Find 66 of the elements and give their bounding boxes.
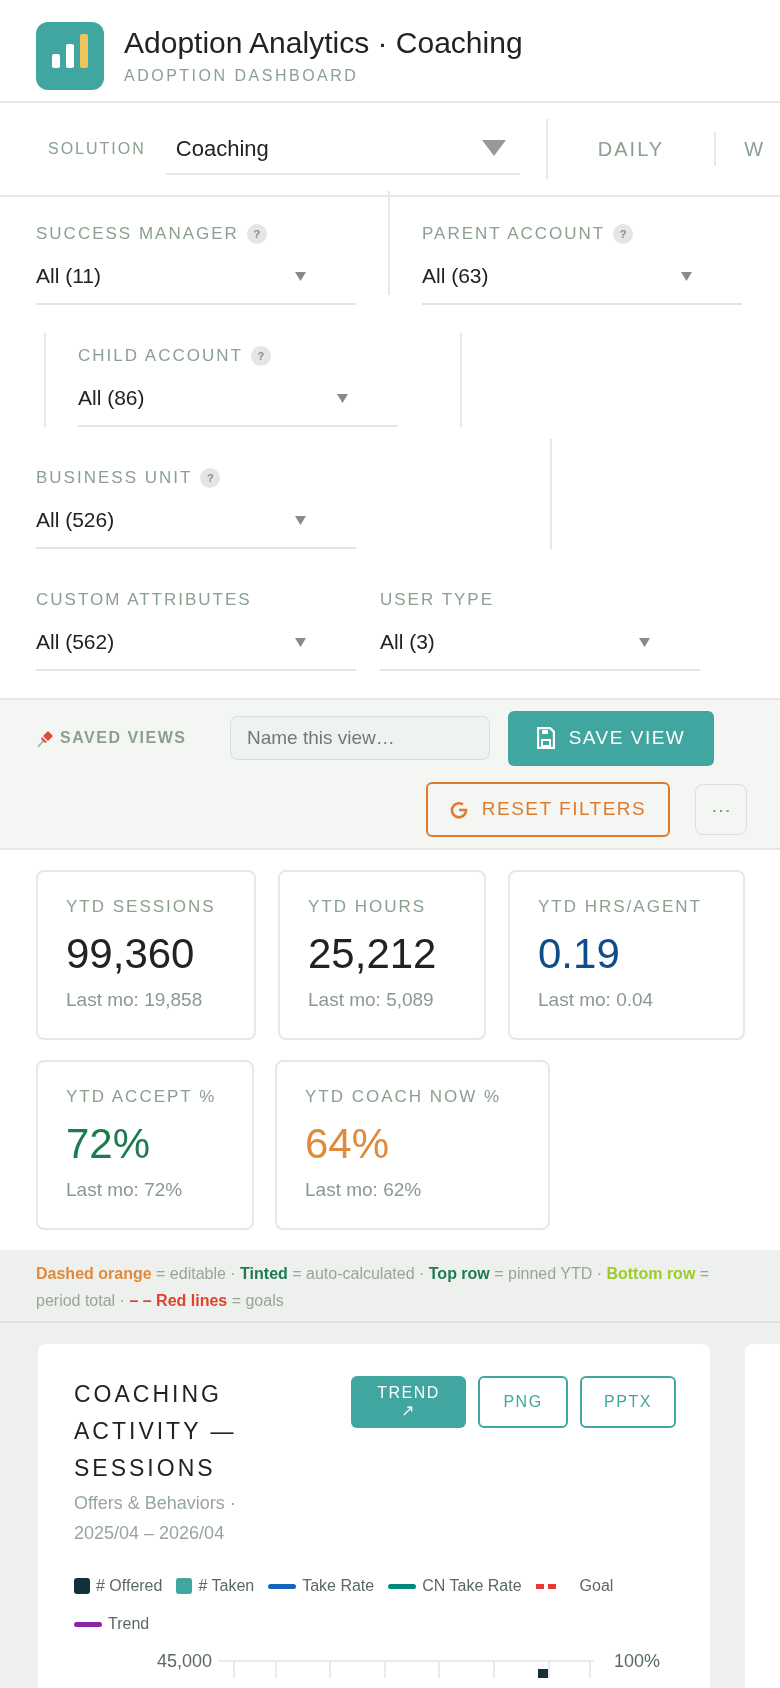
legend-label: Take Rate: [302, 1576, 375, 1596]
filter-label: CHILD ACCOUNT: [78, 345, 243, 368]
dropdown-caret-icon: [337, 393, 348, 403]
legend-label: # Taken: [198, 1576, 255, 1596]
export-button[interactable]: PPTX: [580, 1376, 676, 1428]
dropdown-caret-icon: [639, 637, 650, 647]
filter-select[interactable]: All (63): [422, 249, 742, 305]
kpi-subtext: Last mo: 0.04: [538, 987, 655, 1012]
chart-title: COACHING ACTIVITY — SESSIONS: [74, 1380, 238, 1483]
reset-filters-button[interactable]: RESET FILTERS: [426, 782, 670, 837]
chart-subtitle: Offers & Behaviors · 2025/04 – 2026/04: [74, 1492, 237, 1545]
axis-tick-label: 45,000: [155, 1650, 213, 1673]
kpi-value: 64%: [305, 1118, 391, 1169]
reset-icon: [449, 800, 468, 819]
filter-select[interactable]: All (526): [36, 493, 356, 549]
kpi-subtext: Last mo: 62%: [305, 1177, 423, 1202]
kpi-label: YTD HOURS: [308, 896, 428, 918]
logo-icon: [36, 21, 104, 90]
export-button[interactable]: TREND ↗: [351, 1376, 466, 1428]
kpi-value: 99,360: [66, 928, 196, 979]
legend-label: CN Take Rate: [422, 1576, 522, 1596]
kpi-label: YTD COACH NOW %: [305, 1086, 503, 1108]
kpi-label: YTD ACCEPT %: [66, 1086, 218, 1108]
filter-label: SUCCESS MANAGER: [36, 223, 239, 246]
filter-label: CUSTOM ATTRIBUTES: [36, 589, 252, 612]
kpi-value: 25,212: [308, 928, 438, 979]
app-subtitle: ADOPTION DASHBOARD: [124, 65, 360, 86]
help-icon[interactable]: ?: [246, 224, 267, 244]
kpi-label: YTD SESSIONS: [66, 896, 217, 918]
period-tab[interactable]: DAILY: [547, 134, 715, 164]
filter-label: BUSINESS UNIT: [36, 467, 193, 490]
kpi-subtext: Last mo: 5,089: [308, 987, 435, 1012]
filter-select[interactable]: All (11): [36, 249, 356, 305]
filter-label: USER TYPE: [380, 589, 495, 612]
filter-select[interactable]: All (86): [78, 371, 398, 427]
legend-note: Dashed orange = editable · Tinted = auto-calculated · Top row = pinned YTD · Bottom row = period total · – – Red lines = goals: [36, 1264, 711, 1311]
dropdown-caret-icon: [295, 515, 306, 525]
kpi-value: 72%: [66, 1118, 152, 1169]
solution-select[interactable]: Coaching: [165, 123, 520, 175]
pushpin-icon: [36, 728, 56, 748]
kpi-subtext: Last mo: 19,858: [66, 987, 204, 1012]
save-view-button[interactable]: SAVE VIEW: [508, 710, 714, 766]
app-title: Adoption Analytics · Coaching: [124, 24, 523, 61]
dropdown-caret-icon: [481, 140, 506, 156]
kpi-subtext: Last mo: 72%: [66, 1177, 184, 1202]
filter-select[interactable]: All (3): [380, 615, 700, 671]
axis-tick-label: 100%: [614, 1650, 661, 1673]
legend-label: # Offered: [96, 1576, 163, 1596]
export-button[interactable]: PNG: [478, 1376, 568, 1428]
help-icon[interactable]: ?: [200, 468, 221, 488]
dropdown-caret-icon: [295, 271, 306, 281]
legend-label: Goal: [579, 1576, 614, 1596]
period-tab[interactable]: W: [716, 134, 765, 164]
dropdown-caret-icon: [681, 271, 692, 281]
filter-label: PARENT ACCOUNT: [422, 223, 606, 246]
view-name-field[interactable]: Name this view…: [230, 716, 490, 760]
filter-select[interactable]: All (562): [36, 615, 356, 671]
dropdown-caret-icon: [295, 637, 306, 647]
saved-views-label: SAVED VIEWS: [60, 728, 187, 748]
legend-label: Trend: [108, 1614, 150, 1634]
help-icon[interactable]: ?: [250, 346, 271, 366]
help-icon[interactable]: ?: [613, 224, 634, 244]
solution-label: SOLUTION: [48, 139, 146, 159]
kpi-value: 0.19: [538, 928, 621, 979]
more-button[interactable]: ⋯: [695, 784, 747, 835]
kpi-label: YTD HRS/AGENT: [538, 896, 703, 918]
